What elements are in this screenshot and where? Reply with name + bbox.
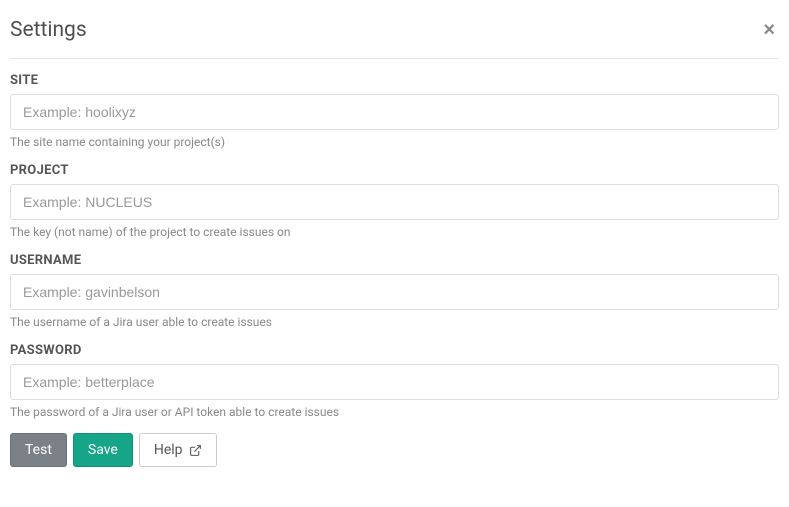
site-input[interactable] [10,94,779,130]
username-help: The username of a Jira user able to crea… [10,315,779,329]
username-label: USERNAME [10,253,779,268]
close-button[interactable]: × [759,20,779,40]
save-button[interactable]: Save [73,433,133,467]
password-label: PASSWORD [10,343,779,358]
external-link-icon [189,444,202,457]
password-input[interactable] [10,364,779,400]
password-group: PASSWORD The password of a Jira user or … [10,343,779,419]
help-button[interactable]: Help [139,433,217,467]
username-input[interactable] [10,274,779,310]
modal-title: Settings [10,18,87,42]
project-label: PROJECT [10,163,779,178]
modal-body: SITE The site name containing your proje… [10,59,779,467]
site-group: SITE The site name containing your proje… [10,73,779,149]
help-button-label: Help [154,442,183,458]
project-input[interactable] [10,184,779,220]
modal-header: Settings × [10,10,779,59]
password-help: The password of a Jira user or API token… [10,405,779,419]
button-row: Test Save Help [10,433,779,467]
settings-modal: Settings × SITE The site name containing… [0,0,789,477]
username-group: USERNAME The username of a Jira user abl… [10,253,779,329]
site-label: SITE [10,73,779,88]
project-help: The key (not name) of the project to cre… [10,225,779,239]
test-button[interactable]: Test [10,433,67,467]
project-group: PROJECT The key (not name) of the projec… [10,163,779,239]
site-help: The site name containing your project(s) [10,135,779,149]
